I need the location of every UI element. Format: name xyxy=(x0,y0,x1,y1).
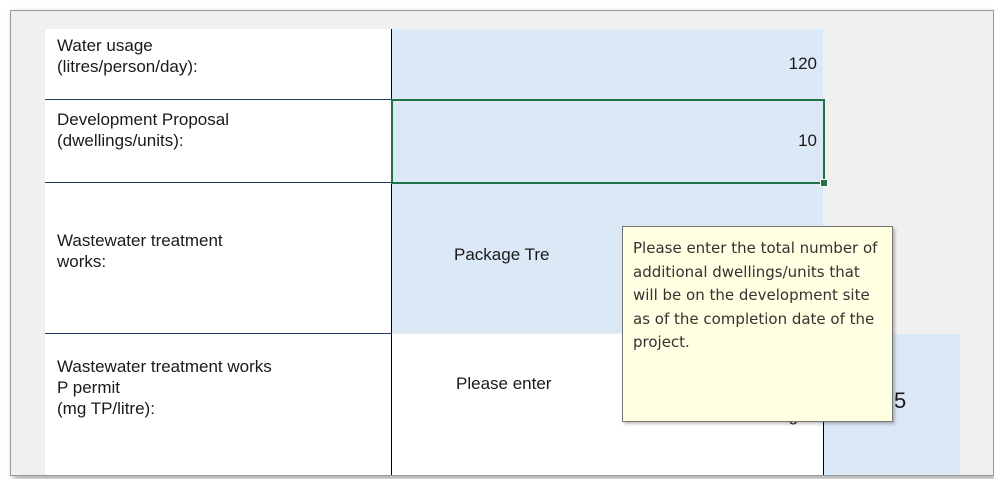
p-permit-input-value: 5 xyxy=(894,388,907,413)
input-message-tooltip: Please enter the total number of additio… xyxy=(622,226,893,422)
fill-handle[interactable] xyxy=(820,179,828,187)
water-usage-label: Water usage (litres/person/day): xyxy=(45,29,391,99)
selected-cell-outline xyxy=(391,99,825,184)
development-proposal-label: Development Proposal (dwellings/units): xyxy=(45,100,391,182)
p-permit-label: Wastewater treatment works P permit (mg … xyxy=(45,334,391,475)
spreadsheet-window: Water usage (litres/person/day): 120 Dev… xyxy=(10,10,994,476)
p-permit-note-text: Please enter xyxy=(456,374,552,393)
row-divider xyxy=(45,333,391,334)
wastewater-works-value: Package Tre xyxy=(454,245,550,264)
column-divider xyxy=(391,29,392,475)
wastewater-works-label: Wastewater treatment works: xyxy=(45,183,391,333)
water-usage-input[interactable]: 120 xyxy=(392,29,823,99)
row-divider xyxy=(45,99,391,100)
row-divider xyxy=(45,182,391,183)
